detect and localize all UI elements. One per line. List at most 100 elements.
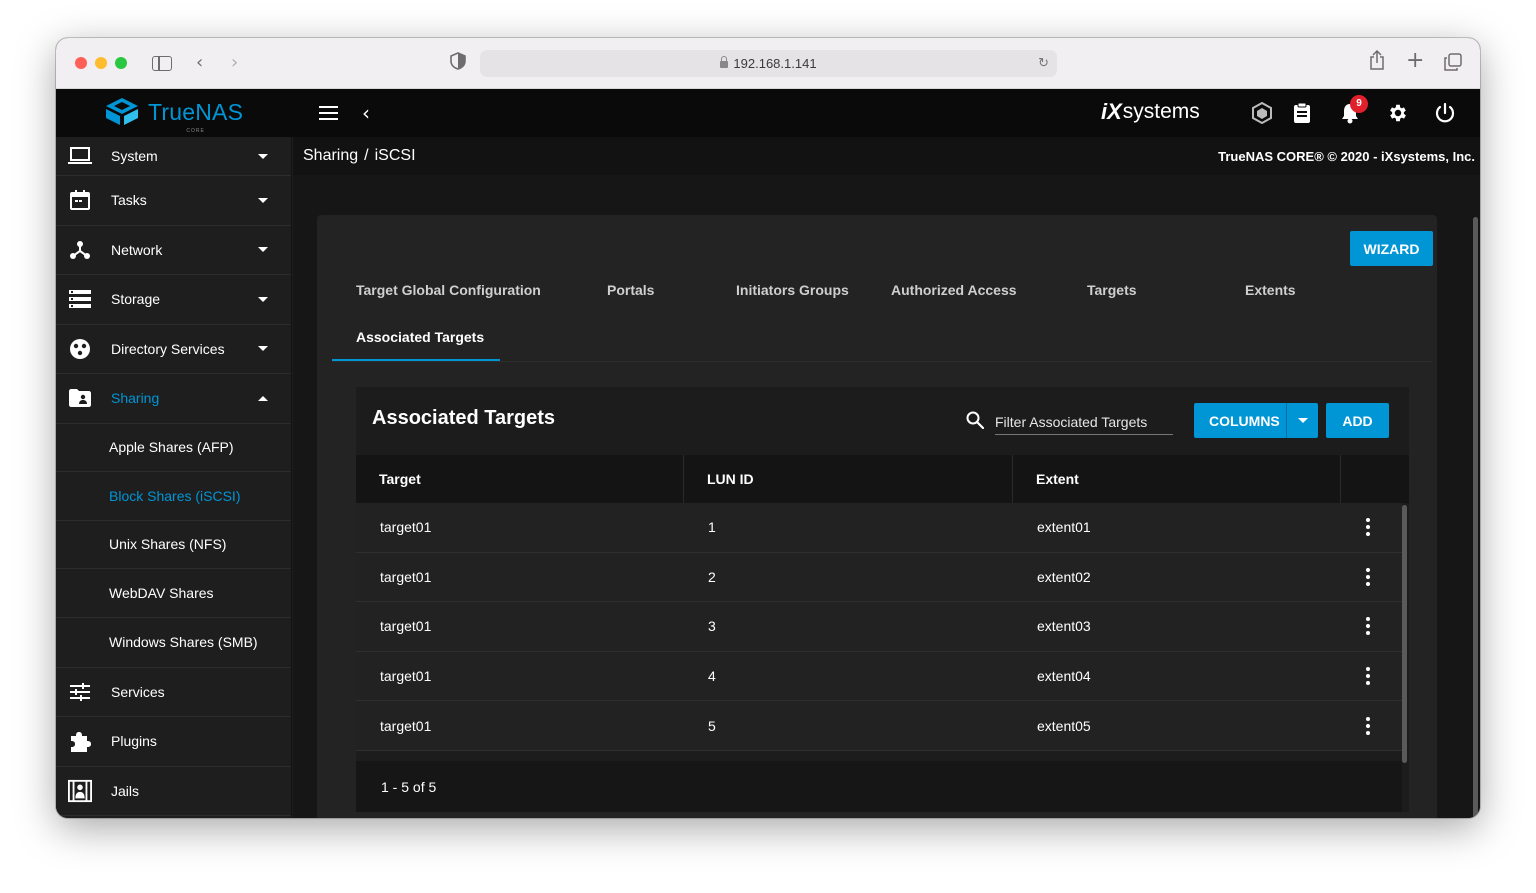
tab-target-global-configuration[interactable]: Target Global Configuration	[356, 282, 541, 298]
cell-extent: extent03	[1037, 618, 1091, 635]
menu-toggle-icon[interactable]	[319, 106, 338, 120]
cell-target: target01	[380, 568, 432, 585]
truenas-logo[interactable]: TrueNAS CORE	[104, 97, 243, 134]
cell-lun-id: 3	[708, 618, 716, 635]
laptop-icon	[68, 144, 92, 168]
chevron-down-icon	[258, 247, 268, 253]
tab-initiators-groups[interactable]: Initiators Groups	[736, 282, 849, 298]
sidebar-subitem-iscsi[interactable]: Block Shares (iSCSI)	[56, 472, 291, 521]
notification-badge: 9	[1350, 95, 1368, 113]
sidebar-item-directory-services[interactable]: Directory Services	[56, 325, 291, 374]
column-header-lun-id[interactable]: LUN ID	[684, 455, 1013, 503]
sidebar-subitem-label: Windows Shares (SMB)	[109, 634, 258, 650]
truecommand-icon[interactable]	[1250, 101, 1274, 125]
tab-targets[interactable]: Targets	[1087, 282, 1137, 298]
browser-toolbar: ‹ › 192.168.1.141 ↻ +	[56, 38, 1480, 89]
sidebar-toggle-icon[interactable]	[152, 56, 172, 71]
page-scrollbar[interactable]	[1473, 217, 1478, 818]
search-icon[interactable]	[966, 411, 985, 430]
table-row[interactable]: target01 4 extent04	[356, 651, 1402, 702]
tab-associated-targets[interactable]: Associated Targets	[356, 329, 484, 345]
sidebar-item-services[interactable]: Services	[56, 668, 291, 717]
column-header-actions	[1341, 455, 1409, 503]
sidebar-item-label: Storage	[111, 291, 161, 308]
table-row[interactable]: target01 1 extent01	[356, 503, 1402, 553]
chevron-down-icon[interactable]	[1286, 403, 1318, 438]
new-tab-icon[interactable]: +	[1406, 49, 1424, 73]
sidebar-item-system[interactable]: System	[56, 137, 291, 176]
url-text: 192.168.1.141	[733, 56, 817, 71]
breadcrumb-parent[interactable]: Sharing	[303, 147, 358, 164]
breadcrumb-current: iSCSI	[374, 147, 416, 164]
collapse-chevron-icon[interactable]: ‹	[362, 101, 370, 125]
sidebar-item-label: Directory Services	[111, 340, 225, 357]
table-body: target01 1 extent01 target01 2 extent02 …	[356, 503, 1402, 751]
cell-extent: extent02	[1037, 568, 1091, 585]
tab-overview-icon[interactable]	[1444, 53, 1462, 78]
sidebar-item-label: System	[111, 148, 158, 164]
close-window-button[interactable]	[75, 57, 87, 69]
table-scrollbar[interactable]	[1402, 505, 1407, 763]
ix-mark: iX	[1101, 99, 1122, 124]
task-manager-icon[interactable]	[1290, 101, 1314, 125]
sidebar-item-label: Tasks	[111, 192, 147, 209]
table-row[interactable]: target01 5 extent05	[356, 701, 1402, 751]
sidebar-subitem-webdav[interactable]: WebDAV Shares	[56, 569, 291, 618]
vendor-name: systems	[1122, 100, 1200, 123]
tab-authorized-access[interactable]: Authorized Access	[891, 282, 1017, 298]
storage-icon	[68, 287, 92, 311]
sidebar-item-jails[interactable]: Jails	[56, 767, 291, 816]
sidebar-subitem-label: Block Shares (iSCSI)	[109, 487, 241, 504]
columns-button-label: COLUMNS	[1209, 412, 1280, 429]
tab-extents[interactable]: Extents	[1245, 282, 1296, 298]
sidebar-item-label: Plugins	[111, 733, 157, 750]
row-actions-menu-icon[interactable]	[1334, 701, 1402, 750]
tab-portals[interactable]: Portals	[607, 282, 654, 298]
row-actions-menu-icon[interactable]	[1334, 503, 1402, 552]
row-actions-menu-icon[interactable]	[1334, 652, 1402, 701]
privacy-shield-icon[interactable]	[450, 52, 466, 77]
table-header: Target LUN ID Extent	[356, 455, 1409, 503]
puzzle-icon	[68, 729, 92, 753]
add-button[interactable]: ADD	[1326, 403, 1389, 438]
sidebar-item-tasks[interactable]: Tasks	[56, 176, 291, 226]
sidebar-subitem-nfs[interactable]: Unix Shares (NFS)	[56, 520, 291, 569]
brand-sub: CORE	[186, 127, 205, 134]
columns-button[interactable]: COLUMNS	[1194, 403, 1318, 438]
minimize-window-button[interactable]	[95, 57, 107, 69]
main-content: Sharing / iSCSI TrueNAS CORE® © 2020 - iXs…	[293, 137, 1480, 818]
back-icon[interactable]: ‹	[196, 51, 203, 75]
row-actions-menu-icon[interactable]	[1334, 553, 1402, 602]
filter-input[interactable]	[995, 409, 1173, 435]
zoom-window-button[interactable]	[115, 57, 127, 69]
sidebar-subitem-afp[interactable]: Apple Shares (AFP)	[56, 423, 291, 472]
folder-share-icon	[68, 386, 92, 410]
row-actions-menu-icon[interactable]	[1334, 602, 1402, 651]
table-row[interactable]: target01 3 extent03	[356, 602, 1402, 652]
sidebar-item-label: Services	[111, 683, 165, 700]
address-bar[interactable]: 192.168.1.141 ↻	[480, 50, 1057, 77]
column-header-target[interactable]: Target	[356, 455, 684, 503]
settings-gear-icon[interactable]	[1386, 101, 1410, 125]
sidebar-item-storage[interactable]: Storage	[56, 275, 291, 325]
reload-icon[interactable]: ↻	[1038, 50, 1049, 77]
sidebar-item-plugins[interactable]: Plugins	[56, 717, 291, 767]
sidebar-item-sharing[interactable]: Sharing	[56, 374, 291, 424]
share-icon[interactable]	[1369, 49, 1385, 77]
column-header-extent[interactable]: Extent	[1013, 455, 1341, 503]
sidebar-subitem-smb[interactable]: Windows Shares (SMB)	[56, 617, 291, 668]
network-icon	[68, 238, 92, 262]
table-footer: 1 - 5 of 5	[356, 761, 1402, 812]
table-row[interactable]: target01 2 extent02	[356, 552, 1402, 603]
cell-target: target01	[380, 618, 432, 635]
directory-icon	[68, 337, 92, 361]
sidebar-item-network[interactable]: Network	[56, 226, 291, 275]
sidebar-nav: System Tasks Network Storage Directory S…	[56, 137, 292, 818]
wizard-button[interactable]: WIZARD	[1350, 231, 1433, 266]
power-icon[interactable]	[1433, 101, 1457, 125]
forward-icon[interactable]: ›	[231, 51, 238, 75]
iscsi-card: WIZARD Target Global Configuration Porta…	[317, 215, 1437, 818]
sidebar-item-label: Network	[111, 241, 163, 258]
cell-extent: extent01	[1037, 519, 1091, 536]
ixsystems-logo: iX systems	[1101, 99, 1200, 125]
